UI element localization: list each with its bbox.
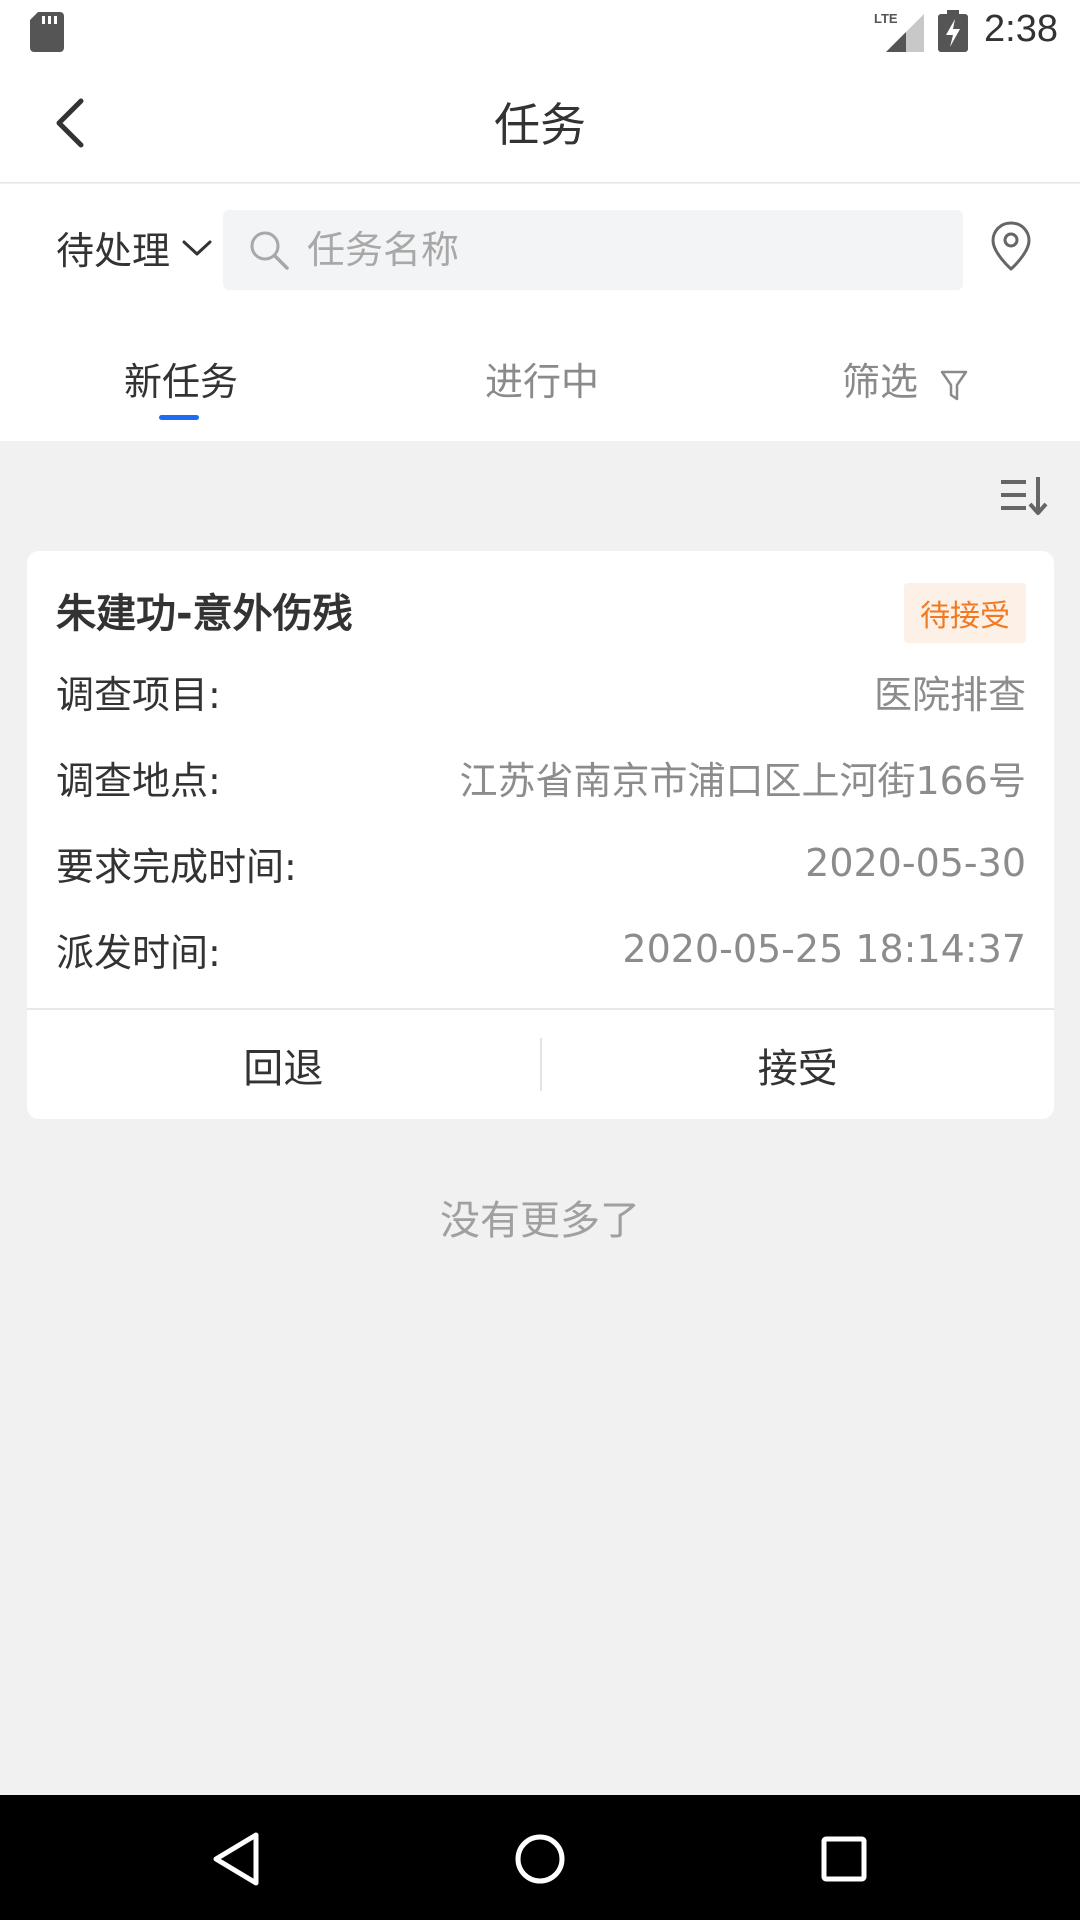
page-title: 任务	[494, 98, 586, 152]
field-value: 2020-05-25 18:14:37	[622, 927, 1026, 971]
accept-button[interactable]: 接受	[542, 1010, 1055, 1119]
active-tab-indicator	[159, 415, 199, 420]
nav-recents-icon[interactable]	[816, 1831, 872, 1887]
sort-icon[interactable]	[998, 474, 1048, 518]
lte-signal-icon: LTE	[874, 11, 924, 52]
tab-filter[interactable]: 筛选	[842, 351, 968, 406]
task-title: 朱建功-意外伤残	[56, 591, 353, 637]
field-value: 2020-05-30	[805, 841, 1026, 885]
search-icon	[250, 231, 289, 270]
field-label: 调查地点:	[56, 758, 221, 803]
app-header: 任务	[0, 63, 1080, 183]
info-row-deadline: 要求完成时间: 2020-05-30	[56, 835, 1026, 891]
filter-icon	[940, 370, 968, 400]
chevron-down-icon	[182, 240, 212, 255]
search-bar: 待处理	[0, 184, 1080, 309]
sd-card-icon	[30, 12, 64, 52]
list-end-message: 没有更多了	[440, 1198, 640, 1244]
location-pin-icon[interactable]	[990, 220, 1032, 272]
field-label: 要求完成时间:	[56, 844, 297, 889]
search-box[interactable]	[223, 210, 963, 290]
nav-home-icon[interactable]	[512, 1831, 568, 1887]
info-row-project: 调查项目: 医院排查	[56, 663, 1026, 719]
field-value: 医院排查	[873, 672, 1026, 717]
info-row-dispatch-time: 派发时间: 2020-05-25 18:14:37	[56, 921, 1026, 977]
info-row-location: 调查地点: 江苏省南京市浦口区上河街166号	[56, 749, 1026, 805]
status-filter-label: 待处理	[56, 229, 171, 273]
task-card[interactable]: 朱建功-意外伤残 待接受 调查项目: 医院排查 调查地点: 江苏省南京市浦口区上…	[27, 551, 1054, 1119]
nav-back-icon[interactable]	[208, 1831, 264, 1887]
field-label: 派发时间:	[56, 930, 221, 975]
tab-new-tasks[interactable]: 新任务	[124, 351, 238, 406]
status-badge: 待接受	[904, 583, 1026, 643]
system-nav-bar	[0, 1795, 1080, 1920]
task-tabs: 新任务 进行中 筛选	[0, 309, 1080, 441]
field-label: 调查项目:	[56, 672, 221, 717]
tab-in-progress[interactable]: 进行中	[485, 351, 599, 406]
reject-button[interactable]: 回退	[27, 1010, 540, 1119]
field-value: 江苏省南京市浦口区上河街166号	[459, 758, 1026, 803]
lte-label: LTE	[874, 11, 898, 26]
tab-filter-label: 筛选	[842, 360, 919, 404]
clock: 2:38	[984, 8, 1058, 50]
status-filter-dropdown[interactable]: 待处理	[56, 220, 212, 275]
battery-charging-icon	[938, 10, 968, 52]
card-actions: 回退 接受	[27, 1010, 1054, 1119]
status-bar: LTE 2:38	[0, 0, 1080, 63]
search-input[interactable]	[307, 228, 927, 272]
